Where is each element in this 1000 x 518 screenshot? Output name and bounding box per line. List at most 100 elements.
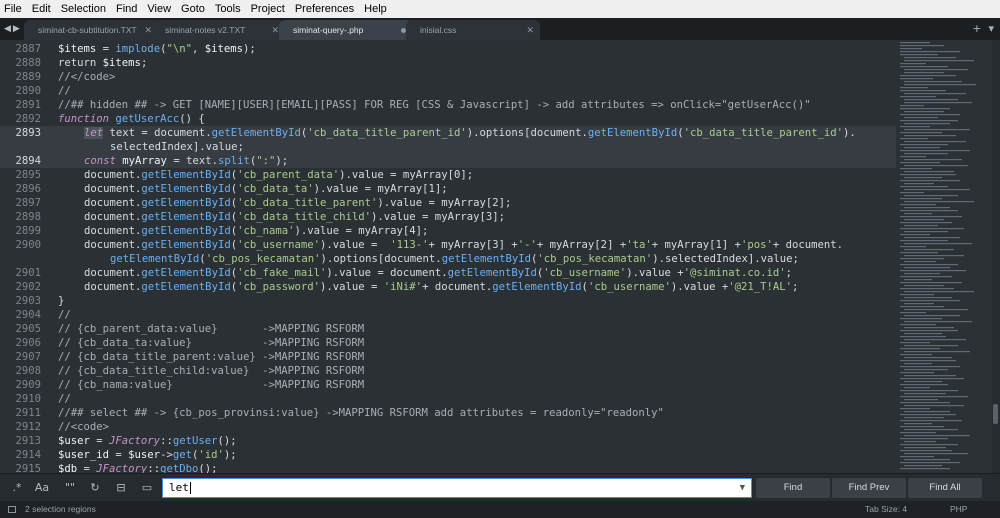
menu-selection[interactable]: Selection: [56, 0, 111, 18]
text-caret: [189, 482, 191, 494]
highlight-matches-icon[interactable]: ▭: [136, 474, 158, 502]
code-line: 2907 // {cb_data_title_parent:value} ->M…: [0, 350, 896, 364]
code-line: 2915 $db = JFactory::getDbo();: [0, 462, 896, 473]
code-text: const myArray = text.split(":");: [84, 155, 289, 167]
code-text: document.getElementById('cb_data_title_p…: [84, 197, 512, 209]
line-number: 2893: [15, 127, 41, 139]
close-icon[interactable]: ✕: [526, 20, 534, 40]
menu-find[interactable]: Find: [111, 0, 142, 18]
code-line: 2912 //<code>: [0, 420, 896, 434]
whole-word-toggle[interactable]: "": [58, 474, 82, 502]
tab-inisial-css[interactable]: inisial.css ✕: [406, 20, 540, 40]
code-text: //: [58, 393, 71, 405]
case-sensitive-toggle[interactable]: Aa: [30, 474, 54, 502]
code-editor[interactable]: 2887 $items = implode("\n", $items); 288…: [0, 40, 896, 473]
code-text: return $items;: [58, 57, 148, 69]
code-line: 2888 return $items;: [0, 56, 896, 70]
chevron-down-icon[interactable]: ▾: [985, 22, 994, 35]
minimap-code-preview: [900, 42, 976, 470]
tab-label: siminat-notes v2.TXT: [165, 25, 246, 35]
code-line: 2913 $user = JFactory::getUser();: [0, 434, 896, 448]
syntax-indicator[interactable]: PHP: [950, 501, 967, 518]
line-number: 2897: [15, 197, 41, 209]
panel-toggle-icon[interactable]: [8, 506, 16, 513]
close-icon[interactable]: ✕: [271, 20, 279, 40]
code-text: // {cb_nama:value} ->MAPPING RSFORM: [58, 379, 365, 391]
code-line: 2892 function getUserAcc() {: [0, 112, 896, 126]
code-line: 2908 // {cb_data_title_child:value} ->MA…: [0, 364, 896, 378]
find-history-dropdown-icon[interactable]: ▼: [740, 479, 745, 497]
tab-siminat-cb-subtitution[interactable]: siminat-cb-subtitution.TXT ✕: [24, 20, 158, 40]
code-text-wrapped: selectedIndex].value;: [110, 141, 244, 153]
status-bar: 2 selection regions Tab Size: 4 PHP: [0, 501, 1000, 518]
code-text: document.getElementById('cb_password').v…: [84, 281, 799, 293]
menu-tools[interactable]: Tools: [210, 0, 246, 18]
menu-project[interactable]: Project: [246, 0, 290, 18]
code-line: 2898 document.getElementById('cb_data_ti…: [0, 210, 896, 224]
code-text: document.getElementById('cb_username').v…: [84, 239, 844, 251]
code-line: 2889 //</code>: [0, 70, 896, 84]
in-selection-icon[interactable]: ⊟: [110, 474, 132, 502]
menu-file[interactable]: File: [0, 0, 27, 18]
line-number: 2899: [15, 225, 41, 237]
code-text: //<code>: [58, 421, 110, 433]
menu-view[interactable]: View: [142, 0, 176, 18]
menu-edit[interactable]: Edit: [27, 0, 56, 18]
find-input[interactable]: let ▼: [162, 478, 752, 498]
line-number: 2906: [15, 337, 41, 349]
code-text: document.getElementById('cb_data_title_c…: [84, 211, 505, 223]
line-number: 2902: [15, 281, 41, 293]
code-line: 2904 //: [0, 308, 896, 322]
code-text: document.getElementById('cb_parent_data'…: [84, 169, 474, 181]
line-number: 2909: [15, 379, 41, 391]
line-number: 2887: [15, 43, 41, 55]
code-line: 2887 $items = implode("\n", $items);: [0, 42, 896, 56]
code-text: //</code>: [58, 71, 116, 83]
tab-siminat-notes[interactable]: siminat-notes v2.TXT ✕: [151, 20, 285, 40]
tab-siminat-query[interactable]: siminat-query-.php: [279, 20, 413, 40]
code-line-highlighted: 2893 let text = document.getElementById(…: [0, 126, 896, 154]
nav-arrows-icon[interactable]: ◀▶: [4, 18, 22, 40]
code-text: //: [58, 85, 71, 97]
wrap-icon[interactable]: ↻: [84, 474, 106, 502]
code-line: 2896 document.getElementById('cb_data_ta…: [0, 182, 896, 196]
code-line: 2906 // {cb_data_ta:value} ->MAPPING RSF…: [0, 336, 896, 350]
menu-preferences[interactable]: Preferences: [290, 0, 359, 18]
code-line: 2903 }: [0, 294, 896, 308]
line-number: 2914: [15, 449, 41, 461]
line-number: 2913: [15, 435, 41, 447]
code-text: document.getElementById('cb_fake_mail').…: [84, 267, 793, 279]
code-line-highlighted: 2894 const myArray = text.split(":");: [0, 154, 896, 168]
menu-goto[interactable]: Goto: [176, 0, 210, 18]
minimap[interactable]: [896, 40, 1000, 473]
line-number: 2895: [15, 169, 41, 181]
find-button[interactable]: Find: [756, 478, 830, 498]
find-prev-button[interactable]: Find Prev: [832, 478, 906, 498]
line-number: 2910: [15, 393, 41, 405]
line-number: 2908: [15, 365, 41, 377]
code-text: // {cb_parent_data:value} ->MAPPING RSFO…: [58, 323, 365, 335]
line-number: 2890: [15, 85, 41, 97]
new-tab-icon[interactable]: +: [972, 22, 981, 35]
tab-label: inisial.css: [420, 25, 457, 35]
find-all-button[interactable]: Find All: [908, 478, 982, 498]
code-line: 2905 // {cb_parent_data:value} ->MAPPING…: [0, 322, 896, 336]
line-number: 2905: [15, 323, 41, 335]
find-panel: .* Aa "" ↻ ⊟ ▭ let ▼ Find Find Prev Find…: [0, 473, 1000, 501]
code-text: //## select ## -> {cb_pos_provinsi:value…: [58, 407, 664, 419]
code-text: //## hidden ## -> GET [NAME][USER][EMAIL…: [58, 99, 811, 111]
tab-size-indicator[interactable]: Tab Size: 4: [865, 501, 907, 518]
code-line: 2911 //## select ## -> {cb_pos_provinsi:…: [0, 406, 896, 420]
vertical-scrollbar-thumb[interactable]: [993, 404, 998, 424]
code-text: $user_id = $user->get('id');: [58, 449, 237, 461]
code-text: document.getElementById('cb_nama').value…: [84, 225, 429, 237]
line-number: 2911: [15, 407, 41, 419]
regex-toggle[interactable]: .*: [6, 474, 28, 502]
tab-label: siminat-query-.php: [293, 25, 364, 35]
code-text: // {cb_data_ta:value} ->MAPPING RSFORM: [58, 337, 365, 349]
code-text: let text = document.getElementById('cb_d…: [84, 127, 856, 139]
menu-help[interactable]: Help: [359, 0, 392, 18]
code-line: 2895 document.getElementById('cb_parent_…: [0, 168, 896, 182]
tab-label: siminat-cb-subtitution.TXT: [38, 25, 137, 35]
code-text: function getUserAcc() {: [58, 113, 205, 125]
